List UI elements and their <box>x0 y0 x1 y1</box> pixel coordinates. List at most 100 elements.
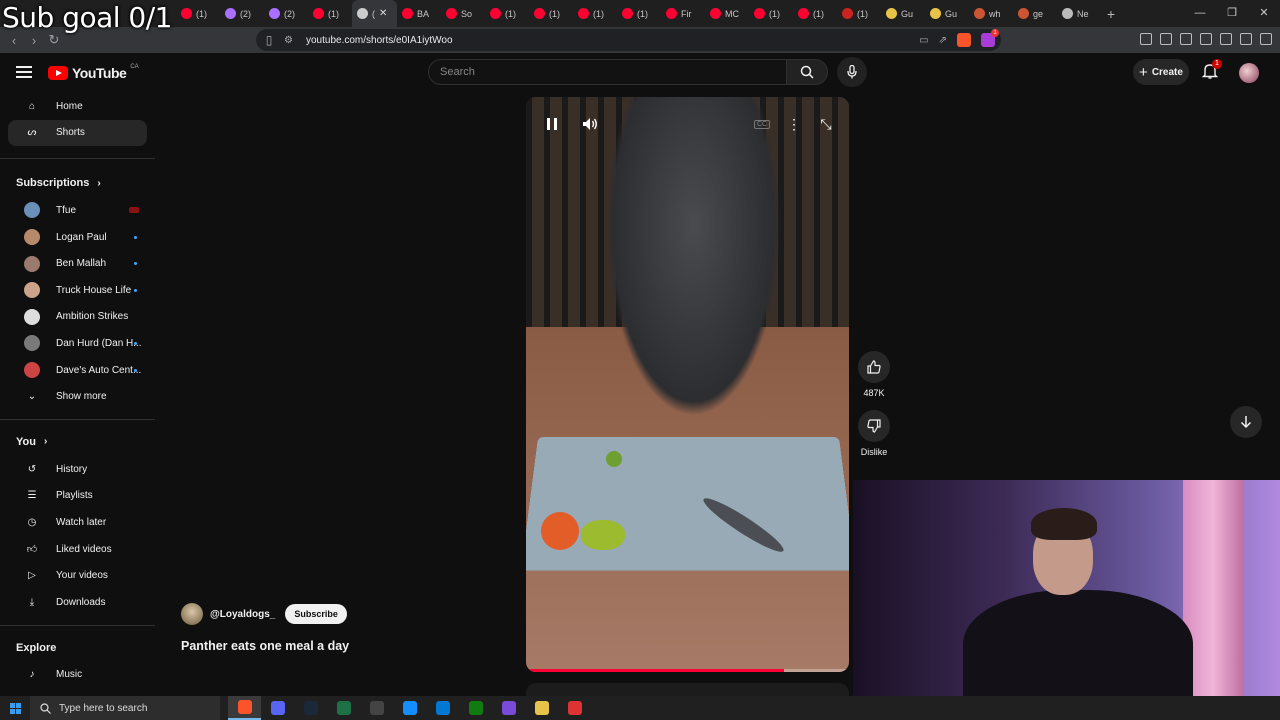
more-options-button[interactable]: ⋮ <box>785 115 803 133</box>
create-button[interactable]: + Create <box>1133 59 1189 85</box>
subscribe-button[interactable]: Subscribe <box>285 604 347 624</box>
browser-tab[interactable]: So <box>441 0 485 27</box>
search-input[interactable]: Search <box>428 59 787 85</box>
steam-app[interactable] <box>294 696 327 720</box>
reload-button[interactable]: ↻ <box>44 32 64 48</box>
browser-tab[interactable]: Ne <box>1057 0 1101 27</box>
sidebar-item-subscription[interactable]: Ambition Strikes <box>8 304 147 331</box>
discord-app[interactable] <box>261 696 294 720</box>
browser-tab[interactable]: Fir <box>661 0 705 27</box>
next-short-button[interactable] <box>1230 406 1262 438</box>
shorts-video-player[interactable]: CC ⋮ ⤡ <box>526 97 849 672</box>
voice-search-button[interactable] <box>837 57 867 87</box>
youtube-logo[interactable]: YouTube CA <box>48 64 139 81</box>
browser-tab[interactable]: MC <box>705 0 749 27</box>
browser-tab[interactable]: (1) <box>573 0 617 27</box>
cast-icon[interactable]: ▭ <box>919 35 928 46</box>
captions-button[interactable]: CC <box>753 115 771 133</box>
bookmark-icon[interactable]: ▯ <box>260 33 278 47</box>
browser-tab[interactable]: (1) <box>485 0 529 27</box>
show-more-button[interactable]: ⌄ Show more <box>8 383 147 410</box>
browser-tab[interactable]: BA <box>397 0 441 27</box>
you-heading[interactable]: You › <box>0 428 155 456</box>
sidebar-toggle-icon[interactable] <box>1140 33 1152 45</box>
sidebar-item-history[interactable]: ↺ History <box>8 456 147 483</box>
subscriptions-heading[interactable]: Subscriptions › <box>0 169 155 197</box>
sidebar-item-watch-later[interactable]: ◷ Watch later <box>8 509 147 536</box>
brave-shields-icon[interactable] <box>957 33 971 47</box>
sidebar-item-subscription[interactable]: Dan Hurd (Dan H... <box>8 330 147 357</box>
maximize-button[interactable]: ❐ <box>1216 0 1248 27</box>
browser-tab[interactable]: ge <box>1013 0 1057 27</box>
browser-tab[interactable]: (1) <box>176 0 220 27</box>
volume-button[interactable] <box>581 115 599 133</box>
sidebar-item-playlists[interactable]: ☰ Playlists <box>8 483 147 510</box>
pause-button[interactable] <box>543 115 561 133</box>
valorant-app[interactable] <box>492 696 525 720</box>
epic-app[interactable] <box>360 696 393 720</box>
browser-tab[interactable]: Gu <box>925 0 969 27</box>
start-button[interactable] <box>0 702 30 714</box>
reading-list-icon[interactable] <box>1180 33 1192 45</box>
share-icon[interactable]: ⇗ <box>939 35 947 46</box>
minimize-button[interactable]: — <box>1184 0 1216 27</box>
site-info-icon[interactable]: ⚙ <box>284 35 298 46</box>
sidebar-item-subscription[interactable]: Dave's Auto Cent... <box>8 357 147 384</box>
close-tab-icon[interactable]: ✕ <box>379 8 387 19</box>
brave-rewards-icon[interactable]: 1 <box>981 29 999 47</box>
excel-app[interactable] <box>327 696 360 720</box>
browser-tab[interactable]: (1) <box>617 0 661 27</box>
sidebar-item-shorts[interactable]: ᔕ Shorts <box>8 119 147 147</box>
notifications-button[interactable]: 1 <box>1201 59 1222 80</box>
browser-tab[interactable]: (1) <box>529 0 573 27</box>
short-title[interactable]: Panther eats one meal a day <box>181 639 349 653</box>
sidebar-item-subscription[interactable]: Truck House Life <box>8 277 147 304</box>
store-app[interactable] <box>426 696 459 720</box>
forward-button[interactable]: › <box>24 33 44 48</box>
sidebar-item-music[interactable]: ♪ Music <box>8 662 147 689</box>
sidebar-item-subscription[interactable]: Tfue <box>8 197 147 224</box>
sidebar-item-subscription[interactable]: Ben Mallah <box>8 250 147 277</box>
new-tab-button[interactable]: + <box>1101 6 1121 22</box>
browser-tab[interactable]: (1) <box>837 0 881 27</box>
sidebar-item-home[interactable]: ⌂ Home <box>8 93 147 120</box>
brave-app[interactable] <box>228 696 261 720</box>
url-box[interactable]: ▯ ⚙ youtube.com/shorts/e0IA1iytWoo ▭ ⇗ 1 <box>256 29 1001 51</box>
xbox-app[interactable] <box>459 696 492 720</box>
browser-tab[interactable]: (1) <box>308 0 352 27</box>
browser-tab[interactable]: (1) <box>793 0 837 27</box>
obs-app[interactable] <box>558 696 591 720</box>
like-button[interactable]: 487K <box>858 351 890 398</box>
sidebar-item-downloads[interactable]: ⤓ Downloads <box>8 589 147 616</box>
close-window-button[interactable]: ✕ <box>1248 0 1280 27</box>
files-app[interactable] <box>525 696 558 720</box>
hamburger-menu-icon[interactable] <box>16 66 32 78</box>
media-icon[interactable] <box>1160 33 1172 45</box>
sidebar-item-subscription[interactable]: Logan Paul <box>8 224 147 251</box>
browser-tab[interactable]: Gu <box>881 0 925 27</box>
vpn-icon[interactable] <box>1240 33 1252 45</box>
url-text[interactable]: youtube.com/shorts/e0IA1iytWoo <box>306 35 453 46</box>
back-button[interactable]: ‹ <box>4 33 24 48</box>
menu-icon[interactable] <box>1260 33 1272 45</box>
channel-avatar[interactable] <box>181 603 203 625</box>
browser-tab[interactable]: (1) <box>749 0 793 27</box>
tab-favicon-icon <box>534 8 545 19</box>
dislike-button[interactable]: Dislike <box>858 410 890 457</box>
wallet-icon[interactable] <box>1200 33 1212 45</box>
browser-tab[interactable]: (2) <box>220 0 264 27</box>
channel-handle[interactable]: @Loyaldogs_ <box>210 609 275 620</box>
battlenet-app[interactable] <box>393 696 426 720</box>
search-button[interactable] <box>786 59 828 85</box>
leo-ai-icon[interactable] <box>1220 33 1232 45</box>
browser-tab[interactable]: wh <box>969 0 1013 27</box>
sidebar-item-your-videos[interactable]: ▷ Your videos <box>8 562 147 589</box>
next-short-preview[interactable] <box>526 683 849 697</box>
browser-tab[interactable]: (2) <box>264 0 308 27</box>
taskbar-search-box[interactable]: Type here to search <box>30 696 220 720</box>
video-progress-bar[interactable] <box>526 669 849 672</box>
fullscreen-button[interactable]: ⤡ <box>817 115 835 133</box>
sidebar-item-liked-videos[interactable]: 👍︎ Liked videos <box>8 536 147 563</box>
account-avatar[interactable] <box>1239 63 1259 83</box>
browser-tab[interactable]: (✕ <box>352 0 397 27</box>
